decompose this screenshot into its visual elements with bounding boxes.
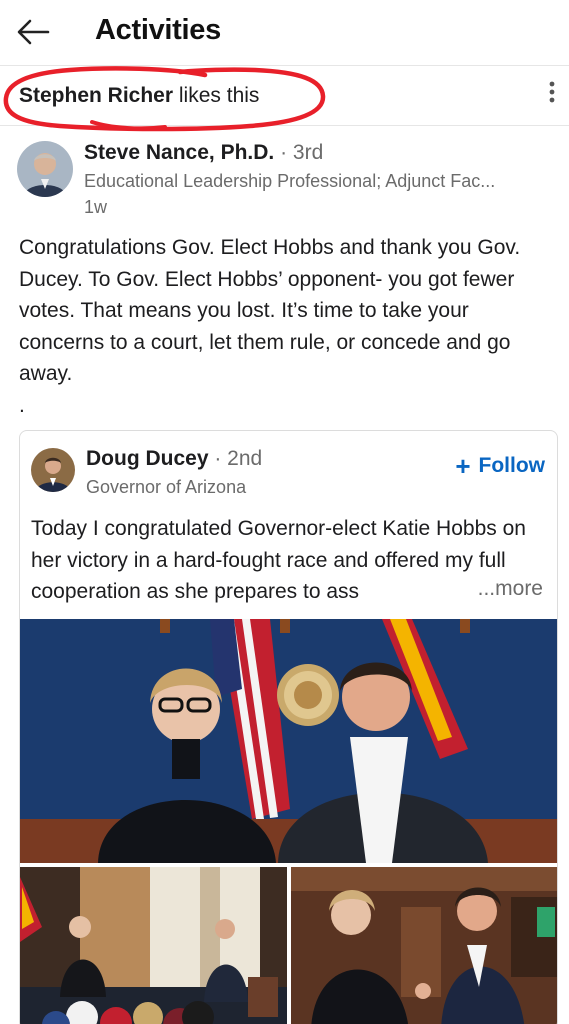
shared-author-line: Doug Ducey · 2nd: [86, 447, 262, 471]
activity-actor[interactable]: Stephen Richer: [19, 84, 173, 107]
plus-icon: +: [455, 451, 471, 481]
follow-button[interactable]: + Follow: [455, 453, 545, 479]
shared-post-card[interactable]: Doug Ducey · 2nd Governor of Arizona + F…: [19, 430, 558, 1024]
post-author-line: Steve Nance, Ph.D. · 3rd: [84, 141, 323, 165]
post-trailing: .: [19, 393, 25, 417]
shared-author-name[interactable]: Doug Ducey: [86, 447, 209, 470]
see-more-link[interactable]: ...more: [473, 577, 543, 601]
top-bar: Activities: [0, 0, 569, 66]
shared-author-headline: Governor of Arizona: [86, 477, 247, 497]
more-options-icon[interactable]: [545, 80, 559, 106]
activity-action: likes this: [178, 84, 260, 107]
post-body: Congratulations Gov. Elect Hobbs and tha…: [19, 232, 554, 421]
shared-post-photo[interactable]: [291, 867, 558, 1024]
activity-header: Stephen Richer likes this: [0, 66, 569, 126]
connection-degree: · 2nd: [208, 447, 263, 470]
avatar[interactable]: [31, 448, 75, 492]
shared-post-photo[interactable]: [20, 619, 558, 863]
activity-text: Stephen Richer likes this: [19, 84, 259, 108]
post-time: 1w: [84, 197, 108, 217]
page-title: Activities: [95, 14, 221, 46]
post-author-headline: Educational Leadership Professional; Adj…: [84, 171, 496, 191]
back-arrow-icon[interactable]: [14, 14, 54, 50]
avatar[interactable]: [17, 141, 73, 197]
post-text: Congratulations Gov. Elect Hobbs and tha…: [19, 236, 521, 385]
follow-label: Follow: [478, 454, 546, 477]
post-author-name[interactable]: Steve Nance, Ph.D.: [84, 141, 274, 164]
shared-post-photo[interactable]: [20, 867, 287, 1024]
connection-degree: · 3rd: [274, 141, 324, 164]
